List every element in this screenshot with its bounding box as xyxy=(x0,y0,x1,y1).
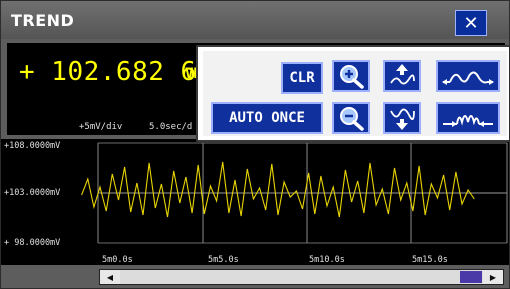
trend-plot xyxy=(81,142,508,244)
auto-once-button[interactable]: AUTO ONCE xyxy=(211,102,323,134)
control-panel-inner: CLR AUTO ONCE xyxy=(203,51,507,136)
triangle-right-icon: ▶ xyxy=(489,272,497,282)
compress-wave-button[interactable] xyxy=(436,102,500,134)
window-title: TREND xyxy=(11,11,75,30)
zoom-out-button[interactable] xyxy=(332,102,370,134)
vertical-scale: +5mV/div xyxy=(79,122,123,132)
close-icon: ✕ xyxy=(463,12,479,34)
scrollbar-thumb[interactable] xyxy=(460,271,482,283)
trend-control-panel: CLR AUTO ONCE xyxy=(196,45,509,142)
zoom-in-button[interactable] xyxy=(332,60,370,92)
scroll-left-button[interactable]: ◀ xyxy=(100,270,120,284)
compress-wave-icon xyxy=(443,115,493,127)
shift-down-button[interactable] xyxy=(383,102,421,134)
shift-up-icon xyxy=(390,64,415,85)
measurement-value: + 102.682 60 xyxy=(19,57,213,87)
shift-down-icon xyxy=(390,108,415,130)
title-bar: TREND ✕ xyxy=(1,1,509,39)
trend-chart: +108.0000mV +103.0000mV + 98.0000mV 5m0.… xyxy=(1,139,509,265)
triangle-left-icon: ◀ xyxy=(106,272,114,282)
zoom-in-icon xyxy=(340,65,364,89)
time-scrollbar[interactable]: ◀ ▶ xyxy=(99,269,504,285)
trend-window: TREND ✕ + 102.682 60 VDC +5mV/div 5.0sec… xyxy=(0,0,510,289)
time-scale: 5.0sec/d xyxy=(149,122,193,132)
clear-button[interactable]: CLR xyxy=(281,62,323,94)
scroll-right-button[interactable]: ▶ xyxy=(483,270,503,284)
expand-wave-button[interactable] xyxy=(436,60,500,92)
expand-wave-icon xyxy=(442,71,494,85)
zoom-out-icon xyxy=(340,107,364,131)
shift-up-button[interactable] xyxy=(383,60,421,92)
trend-trace-line xyxy=(81,161,475,218)
close-button[interactable]: ✕ xyxy=(455,10,487,36)
